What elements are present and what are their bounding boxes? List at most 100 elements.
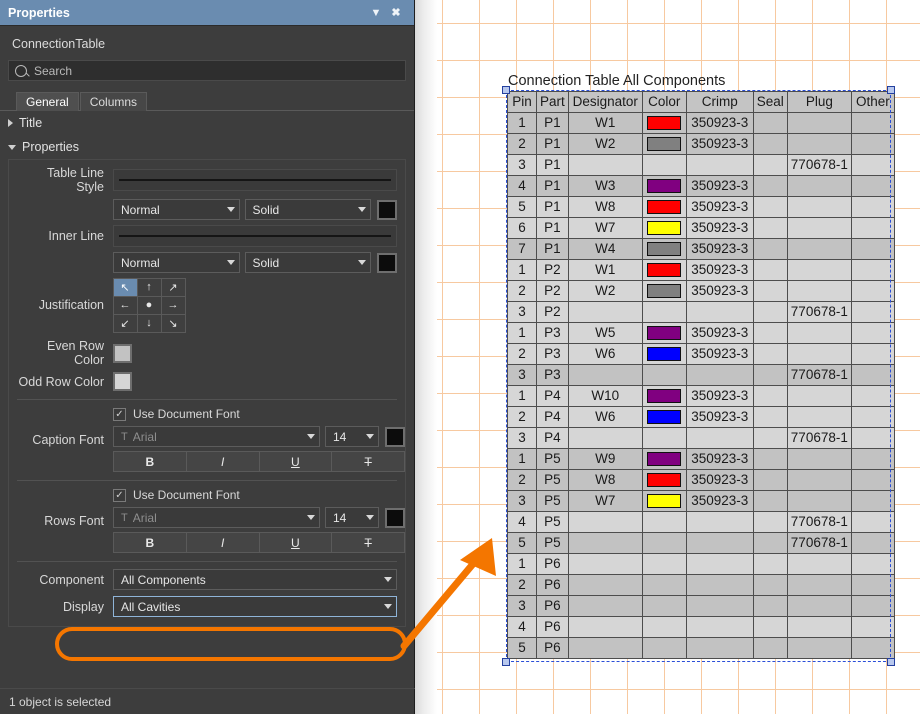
cell-part[interactable]: P3: [537, 344, 569, 365]
cell-crimp[interactable]: [686, 302, 753, 323]
cell-other[interactable]: [851, 533, 894, 554]
cell-seal[interactable]: [753, 596, 787, 617]
table-row[interactable]: 1P2W1350923-3: [508, 260, 895, 281]
table-line-color-swatch[interactable]: [377, 200, 397, 220]
cell-other[interactable]: [851, 365, 894, 386]
search-input[interactable]: Search: [8, 60, 406, 81]
cell-color[interactable]: [642, 344, 686, 365]
cell-designator[interactable]: W1: [568, 113, 642, 134]
cell-designator[interactable]: W2: [568, 134, 642, 155]
cell-other[interactable]: [851, 197, 894, 218]
cell-crimp[interactable]: 350923-3: [686, 113, 753, 134]
cell-crimp[interactable]: 350923-3: [686, 134, 753, 155]
cell-color[interactable]: [642, 365, 686, 386]
cell-designator[interactable]: W4: [568, 239, 642, 260]
cell-part[interactable]: P1: [537, 197, 569, 218]
cell-designator[interactable]: [568, 596, 642, 617]
table-row[interactable]: 3P5W7350923-3: [508, 491, 895, 512]
cell-designator[interactable]: W7: [568, 491, 642, 512]
cell-other[interactable]: [851, 638, 894, 659]
cell-seal[interactable]: [753, 617, 787, 638]
cell-plug[interactable]: [787, 239, 851, 260]
cell-plug[interactable]: [787, 323, 851, 344]
cell-part[interactable]: P6: [537, 617, 569, 638]
cell-pin[interactable]: 5: [508, 533, 537, 554]
cell-color[interactable]: [642, 239, 686, 260]
rows-font-family-select[interactable]: T Arial: [113, 507, 320, 528]
col-header-part[interactable]: Part: [537, 92, 569, 113]
cell-plug[interactable]: [787, 386, 851, 407]
cell-designator[interactable]: [568, 428, 642, 449]
cell-color[interactable]: [642, 386, 686, 407]
justify-bottom-right-button[interactable]: ↘: [161, 314, 186, 333]
cell-plug[interactable]: [787, 617, 851, 638]
cell-designator[interactable]: W5: [568, 323, 642, 344]
cell-other[interactable]: [851, 176, 894, 197]
table-row[interactable]: 5P6: [508, 638, 895, 659]
cell-seal[interactable]: [753, 281, 787, 302]
cell-crimp[interactable]: 350923-3: [686, 218, 753, 239]
cell-seal[interactable]: [753, 176, 787, 197]
table-line-pattern-select[interactable]: Solid: [245, 199, 372, 220]
cell-part[interactable]: P2: [537, 281, 569, 302]
cell-plug[interactable]: [787, 344, 851, 365]
inner-line-color-swatch[interactable]: [377, 253, 397, 273]
cell-crimp[interactable]: [686, 428, 753, 449]
cell-pin[interactable]: 3: [508, 491, 537, 512]
caption-font-size-select[interactable]: 14: [325, 426, 379, 447]
rows-strike-button[interactable]: T: [331, 532, 405, 553]
cell-part[interactable]: P5: [537, 449, 569, 470]
cell-other[interactable]: [851, 344, 894, 365]
inner-line-pattern-select[interactable]: Solid: [245, 252, 372, 273]
cell-part[interactable]: P4: [537, 428, 569, 449]
cell-pin[interactable]: 3: [508, 365, 537, 386]
table-row[interactable]: 1P6: [508, 554, 895, 575]
cell-part[interactable]: P6: [537, 638, 569, 659]
cell-part[interactable]: P1: [537, 134, 569, 155]
cell-plug[interactable]: 770678-1: [787, 155, 851, 176]
justify-top-right-button[interactable]: ↗: [161, 278, 186, 297]
inner-line-preview[interactable]: [113, 225, 397, 247]
cell-color[interactable]: [642, 302, 686, 323]
cell-seal[interactable]: [753, 428, 787, 449]
col-header-seal[interactable]: Seal: [753, 92, 787, 113]
cell-seal[interactable]: [753, 113, 787, 134]
cell-part[interactable]: P2: [537, 260, 569, 281]
cell-seal[interactable]: [753, 344, 787, 365]
table-row[interactable]: 1P5W9350923-3: [508, 449, 895, 470]
col-header-plug[interactable]: Plug: [787, 92, 851, 113]
caption-underline-button[interactable]: U: [259, 451, 333, 472]
cell-seal[interactable]: [753, 302, 787, 323]
table-row[interactable]: 3P6: [508, 596, 895, 617]
cell-color[interactable]: [642, 617, 686, 638]
rows-font-color-swatch[interactable]: [385, 508, 405, 528]
cell-color[interactable]: [642, 155, 686, 176]
cell-pin[interactable]: 4: [508, 617, 537, 638]
cell-plug[interactable]: 770678-1: [787, 533, 851, 554]
cell-crimp[interactable]: [686, 596, 753, 617]
cell-color[interactable]: [642, 596, 686, 617]
cell-color[interactable]: [642, 323, 686, 344]
cell-seal[interactable]: [753, 260, 787, 281]
justify-bottom-center-button[interactable]: ↓: [137, 314, 162, 333]
cell-color[interactable]: [642, 176, 686, 197]
cell-seal[interactable]: [753, 533, 787, 554]
cell-part[interactable]: P4: [537, 407, 569, 428]
table-row[interactable]: 3P1770678-1: [508, 155, 895, 176]
cell-color[interactable]: [642, 428, 686, 449]
cell-seal[interactable]: [753, 386, 787, 407]
cell-other[interactable]: [851, 386, 894, 407]
cell-pin[interactable]: 5: [508, 638, 537, 659]
cell-designator[interactable]: W3: [568, 176, 642, 197]
cell-crimp[interactable]: [686, 575, 753, 596]
cell-designator[interactable]: W7: [568, 218, 642, 239]
cell-part[interactable]: P6: [537, 554, 569, 575]
cell-seal[interactable]: [753, 323, 787, 344]
cell-designator[interactable]: W6: [568, 344, 642, 365]
cell-plug[interactable]: 770678-1: [787, 512, 851, 533]
cell-pin[interactable]: 1: [508, 386, 537, 407]
caption-italic-button[interactable]: I: [186, 451, 260, 472]
cell-plug[interactable]: [787, 470, 851, 491]
cell-plug[interactable]: [787, 449, 851, 470]
cell-other[interactable]: [851, 491, 894, 512]
